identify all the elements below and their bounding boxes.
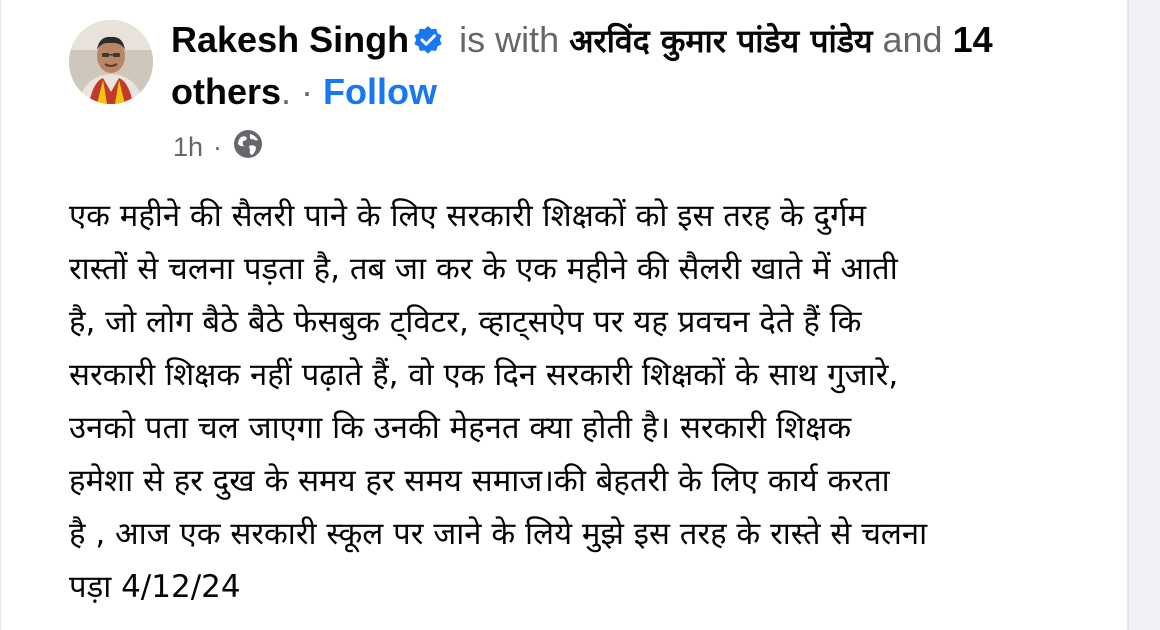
author-name[interactable]: Rakesh Singh bbox=[171, 19, 409, 60]
globe-icon[interactable] bbox=[232, 128, 264, 167]
period-text: . bbox=[281, 71, 292, 112]
tagged-person-link[interactable]: अरविंद कुमार पांडेय पांडेय bbox=[569, 22, 872, 60]
verified-badge-icon bbox=[413, 23, 443, 63]
post-card: Rakesh Singh is with अरविंद कुमार पांडेय… bbox=[0, 0, 1129, 630]
dot-separator: · bbox=[291, 71, 324, 112]
post-header-line-1: Rakesh Singh is with अरविंद कुमार पांडेय… bbox=[171, 20, 1111, 63]
post-timestamp[interactable]: 1h bbox=[173, 132, 203, 163]
others-label-link[interactable]: others bbox=[171, 71, 281, 112]
others-count-link[interactable]: 14 bbox=[953, 19, 993, 60]
follow-button[interactable]: Follow bbox=[323, 71, 437, 112]
and-text: and bbox=[872, 19, 953, 60]
avatar-image bbox=[69, 20, 153, 104]
post-body-text: एक महीने की सैलरी पाने के लिए सरकारी शिक… bbox=[69, 198, 928, 605]
meta-separator: · bbox=[213, 132, 223, 162]
post-header-line-2: others. · Follow bbox=[171, 72, 1111, 112]
post-meta: 1h · bbox=[173, 128, 264, 167]
author-avatar[interactable] bbox=[69, 20, 153, 104]
with-text: is with bbox=[449, 19, 570, 60]
